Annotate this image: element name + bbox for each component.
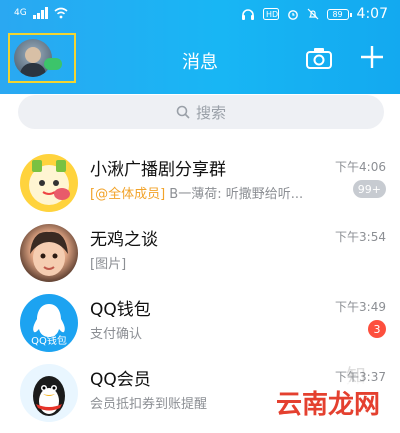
alarm-icon xyxy=(287,10,298,20)
status-bar: 4G HD 89 4:07 xyxy=(0,0,400,28)
chat-name: QQ会员 xyxy=(90,370,151,390)
list-item[interactable]: 小湫广播剧分享群 [@全体成员] B一薄荷: 听撒野给听... 下午4:06 9… xyxy=(0,146,400,216)
chat-name: 无鸡之谈 xyxy=(90,230,158,250)
qq-vip-avatar xyxy=(20,364,78,422)
watermark: 云南龙网 xyxy=(269,382,386,423)
chat-time: 下午4:06 xyxy=(335,160,386,174)
qq-wallet-avatar: QQ钱包 xyxy=(20,294,78,352)
mute-icon xyxy=(307,8,318,20)
group-avatar xyxy=(20,154,78,212)
wallet-avatar-label: QQ钱包 xyxy=(31,336,67,347)
battery-icon: 89 xyxy=(326,8,352,20)
chat-preview: [@全体成员] B一薄荷: 听撒野给听... xyxy=(90,183,340,202)
chat-name: QQ钱包 xyxy=(90,300,151,320)
chat-preview: [图片] xyxy=(90,257,127,272)
search-icon xyxy=(176,105,190,119)
hd-icon: HD xyxy=(262,8,279,20)
page-title: 消息 xyxy=(182,52,218,73)
girl-avatar-face xyxy=(30,231,68,276)
unread-badge: 3 xyxy=(368,320,386,338)
camera-icon[interactable] xyxy=(306,47,332,69)
chat-time: 下午3:49 xyxy=(335,300,386,314)
wifi-icon xyxy=(54,7,68,19)
list-item[interactable]: 无鸡之谈 [图片] 下午3:54 xyxy=(0,216,400,286)
chat-preview: 支付确认 xyxy=(90,327,143,342)
unread-badge: 99+ xyxy=(352,180,386,198)
svg-text:HD: HD xyxy=(266,10,278,19)
chat-name: 小湫广播剧分享群 xyxy=(90,160,226,180)
chat-time: 下午3:54 xyxy=(335,230,386,244)
battery-level: 89 xyxy=(332,9,343,19)
girl-avatar xyxy=(20,224,78,282)
mention-tag: [@全体成员] xyxy=(90,187,166,202)
search-placeholder: 搜索 xyxy=(195,103,226,122)
group-avatar-icon xyxy=(29,160,70,205)
headphone-icon xyxy=(241,9,254,20)
search-input[interactable]: 搜索 xyxy=(18,95,384,129)
status-time: 4:07 xyxy=(356,6,388,22)
chat-preview-text: B一薄荷: 听撒野给听... xyxy=(165,187,304,202)
signal-icon xyxy=(32,7,48,19)
signal-label: 4G xyxy=(14,8,27,18)
add-icon[interactable] xyxy=(358,43,386,71)
list-item[interactable]: QQ钱包 QQ钱包 支付确认 下午3:49 3 xyxy=(0,286,400,356)
qq-penguin-icon xyxy=(33,376,65,416)
